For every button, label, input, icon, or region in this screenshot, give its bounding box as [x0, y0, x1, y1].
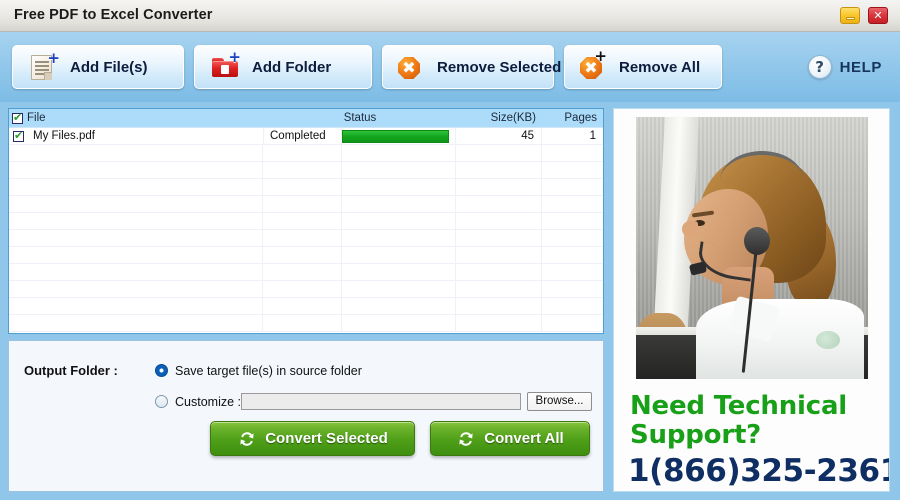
row-progress-cell [342, 127, 456, 145]
document-plus-icon: + [29, 51, 61, 82]
minimize-icon [845, 16, 855, 20]
window-title: Free PDF to Excel Converter [14, 7, 213, 23]
empty-table-row [9, 247, 603, 264]
empty-table-row [9, 145, 603, 162]
support-phone-number: 1(866)325-2361 [628, 453, 890, 489]
empty-table-row [9, 196, 603, 213]
refresh-arrows-icon [456, 429, 476, 449]
close-button[interactable]: ✕ [868, 7, 888, 24]
help-button[interactable]: ? HELP [807, 55, 882, 79]
empty-table-row [9, 230, 603, 247]
column-header-size: Size(KB) [490, 112, 536, 124]
add-folder-button[interactable]: + Add Folder [194, 45, 372, 89]
column-header-file-label: File [27, 112, 46, 124]
octagon-x-icon: ✖ [396, 52, 428, 82]
empty-table-row [9, 162, 603, 179]
remove-all-button[interactable]: ✖ + Remove All [564, 45, 722, 89]
empty-table-row [9, 315, 603, 332]
column-header-pages: Pages [564, 112, 597, 124]
support-headline-line2: Support? [630, 420, 762, 450]
convert-all-label: Convert All [484, 430, 564, 447]
progress-bar [342, 129, 449, 143]
remove-selected-button[interactable]: ✖ Remove Selected [382, 45, 561, 89]
octagon-x-plus-icon: ✖ + [578, 49, 610, 82]
row-status-cell: Completed [264, 127, 342, 145]
call-center-agent-photo [636, 117, 868, 379]
add-files-label: Add File(s) [70, 58, 148, 76]
row-file-name: My Files.pdf [33, 130, 95, 142]
title-bar: Free PDF to Excel Converter ✕ [0, 0, 900, 32]
custom-path-input[interactable] [241, 393, 521, 410]
close-icon: ✕ [873, 9, 883, 22]
minimize-button[interactable] [840, 7, 860, 24]
browse-button[interactable]: Browse... [527, 392, 592, 411]
table-row[interactable]: My Files.pdf Completed 45 1 [9, 127, 603, 145]
row-file-cell: My Files.pdf [9, 127, 264, 145]
help-label: HELP [839, 58, 882, 76]
question-mark-icon: ? [807, 55, 832, 79]
empty-table-row [9, 264, 603, 281]
row-size-cell: 45 [456, 127, 542, 145]
column-header-status: Status [343, 112, 377, 124]
convert-selected-label: Convert Selected [265, 430, 388, 447]
empty-table-row [9, 179, 603, 196]
remove-all-label: Remove All [619, 58, 701, 76]
file-list-header: File Status Size(KB) Pages [9, 109, 603, 128]
folder-plus-icon: + [211, 50, 243, 82]
add-folder-label: Add Folder [252, 58, 332, 76]
radio-customize[interactable] [155, 395, 168, 408]
refresh-arrows-icon [237, 429, 257, 449]
radio-save-in-source-folder-label: Save target file(s) in source folder [175, 364, 362, 378]
empty-table-row [9, 213, 603, 230]
add-files-button[interactable]: + Add File(s) [12, 45, 184, 89]
convert-selected-button[interactable]: Convert Selected [210, 421, 415, 456]
row-checkbox[interactable] [13, 129, 24, 142]
column-header-file: File [9, 112, 264, 124]
application-window: Free PDF to Excel Converter ✕ + Add File… [0, 0, 900, 500]
radio-save-in-source-folder[interactable] [155, 364, 168, 377]
toolbar: + Add File(s) + Add Folder ✖ Remove Sele… [0, 32, 900, 102]
support-ad-panel[interactable]: Need Technical Support? 1(866)325-2361 [613, 108, 890, 492]
empty-rows-container [9, 145, 603, 332]
empty-table-row [9, 298, 603, 315]
file-list-rows: My Files.pdf Completed 45 1 [9, 127, 603, 332]
row-pages-cell: 1 [589, 129, 596, 142]
output-folder-label: Output Folder : [24, 363, 118, 378]
remove-selected-label: Remove Selected [437, 58, 562, 76]
radio-customize-label: Customize : [175, 395, 241, 409]
select-all-checkbox[interactable] [12, 112, 23, 124]
convert-all-button[interactable]: Convert All [430, 421, 590, 456]
file-list[interactable]: File Status Size(KB) Pages My Files.pdf … [8, 108, 604, 334]
support-headline-line1: Need Technical [630, 391, 848, 421]
empty-table-row [9, 281, 603, 298]
